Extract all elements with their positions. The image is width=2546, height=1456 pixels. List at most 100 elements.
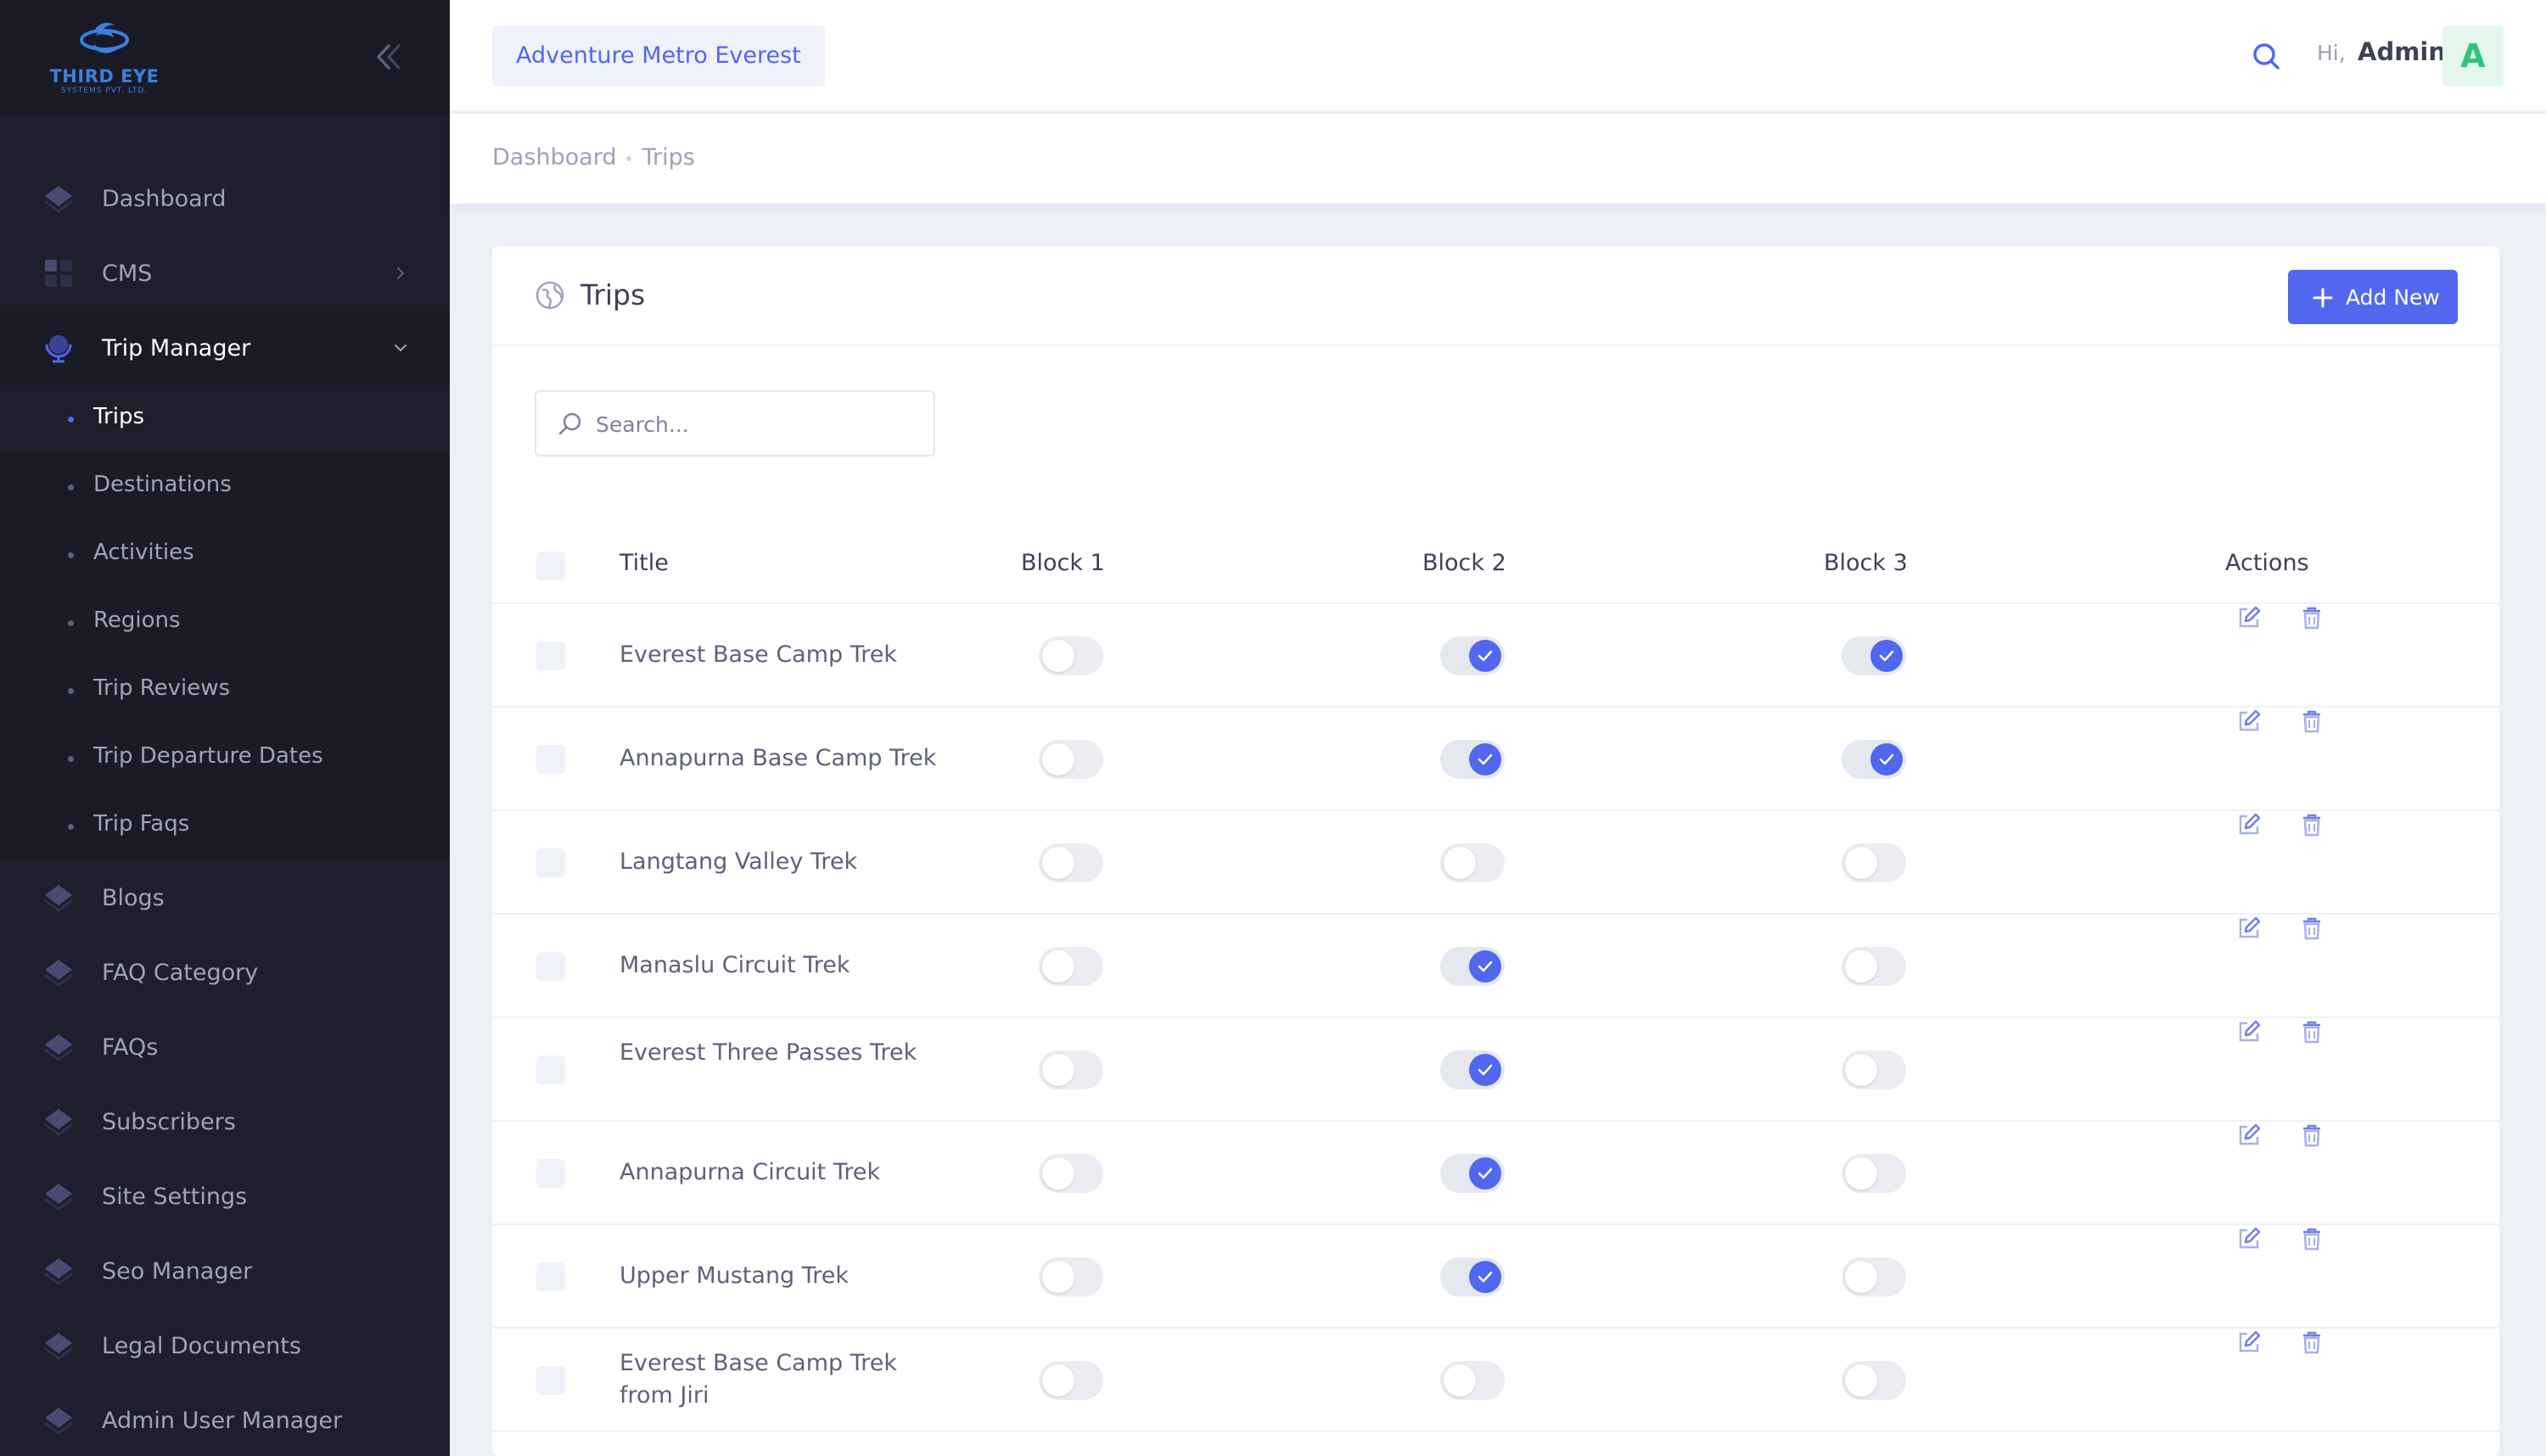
sidebar-item-cms[interactable]: CMS [0,236,450,311]
table-body: Everest Base Camp Trek Annapurna Base Ca… [492,604,2499,1432]
toggle-knob [1870,743,1903,776]
column-header-title[interactable]: Title [620,550,669,576]
delete-icon[interactable] [2298,1329,2325,1356]
sidebar: THIRD EYE SYSTEMS PVT. LTD. Dashboard CM… [0,0,450,1456]
block-3-toggle[interactable] [1842,740,1906,779]
user-avatar[interactable]: A [2442,25,2504,87]
delete-icon[interactable] [2298,811,2325,838]
row-checkbox[interactable] [536,1366,565,1395]
sidebar-item-faq-category[interactable]: FAQ Category [0,935,450,1010]
sidebar-item-faqs[interactable]: FAQs [0,1010,450,1084]
column-header-block-3[interactable]: Block 3 [1824,550,1908,576]
search-icon[interactable] [2251,41,2281,71]
edit-icon[interactable] [2235,708,2263,735]
block-3-toggle[interactable] [1842,1050,1906,1089]
block-2-toggle[interactable] [1440,843,1505,882]
add-new-button[interactable]: Add New [2288,270,2458,324]
block-1-toggle[interactable] [1039,636,1103,675]
breadcrumb-trips[interactable]: Trips [642,144,694,171]
breadcrumb-dashboard[interactable]: Dashboard [492,144,616,171]
row-checkbox[interactable] [536,745,565,774]
sidebar-item-blogs[interactable]: Blogs [0,860,450,935]
sidebar-item-seo-manager[interactable]: Seo Manager [0,1234,450,1308]
row-checkbox[interactable] [536,848,565,877]
toggle-knob [1469,1054,1501,1086]
block-3-toggle[interactable] [1842,1154,1906,1193]
block-2-toggle[interactable] [1440,1257,1505,1296]
sidebar-subitem-regions[interactable]: Regions [0,589,450,657]
company-logo[interactable]: THIRD EYE SYSTEMS PVT. LTD. [49,17,160,98]
column-header-block-2[interactable]: Block 2 [1422,550,1506,576]
sidebar-subitem-trip-departure-dates[interactable]: Trip Departure Dates [0,725,450,792]
block-3-toggle[interactable] [1842,843,1906,882]
block-2-toggle[interactable] [1440,1361,1505,1400]
row-checkbox[interactable] [536,952,565,981]
block-3-toggle[interactable] [1842,1361,1906,1400]
block-1-toggle[interactable] [1039,843,1103,882]
trip-manager-submenu: Trips Destinations Activities Regions Tr… [0,385,450,860]
delete-icon[interactable] [2298,708,2325,735]
organization-chip[interactable]: Adventure Metro Everest [492,25,825,87]
sidebar-subitem-activities[interactable]: Activities [0,521,450,589]
table-row: Manaslu Circuit Trek [492,915,2499,1018]
sidebar-item-dashboard[interactable]: Dashboard [0,161,450,236]
row-checkbox[interactable] [536,1056,565,1084]
sidebar-item-trip-manager[interactable]: Trip Manager [0,311,450,385]
block-1-toggle[interactable] [1039,1050,1103,1089]
block-3-toggle[interactable] [1842,1257,1906,1296]
block-1-toggle[interactable] [1039,740,1103,779]
delete-icon[interactable] [2298,604,2325,631]
block-3-toggle[interactable] [1842,947,1906,986]
block-1-toggle[interactable] [1039,947,1103,986]
block-1-toggle[interactable] [1039,1361,1103,1400]
collapse-sidebar-icon[interactable] [368,39,409,75]
block-1-toggle[interactable] [1039,1257,1103,1296]
add-new-label: Add New [2346,285,2440,310]
delete-icon[interactable] [2298,1122,2325,1149]
user-name[interactable]: Admin [2358,37,2446,66]
delete-icon[interactable] [2298,1225,2325,1252]
edit-icon[interactable] [2235,1018,2263,1045]
table-row: Annapurna Circuit Trek [492,1122,2499,1225]
edit-icon[interactable] [2235,915,2263,942]
edit-icon[interactable] [2235,1329,2263,1356]
select-all-checkbox[interactable] [536,552,565,580]
sidebar-subitem-trips[interactable]: Trips [0,385,450,453]
table-row: Everest Base Camp Trek from Jiri [492,1329,2499,1432]
edit-icon[interactable] [2235,811,2263,838]
column-header-block-1[interactable]: Block 1 [1021,550,1105,576]
edit-icon[interactable] [2235,604,2263,631]
trip-title: Everest Base Camp Trek from Jiri [620,1350,898,1408]
sidebar-subitem-destinations[interactable]: Destinations [0,453,450,521]
block-2-toggle[interactable] [1440,1050,1505,1089]
delete-icon[interactable] [2298,915,2325,942]
block-2-toggle[interactable] [1440,636,1505,675]
layers-icon [44,1258,73,1285]
sidebar-subitem-trip-faqs[interactable]: Trip Faqs [0,792,450,860]
column-header-actions: Actions [2225,550,2309,576]
toggle-knob [1469,1261,1501,1293]
search-input[interactable] [596,404,918,445]
block-1-toggle[interactable] [1039,1154,1103,1193]
layers-icon [44,960,73,987]
toggle-knob [1042,950,1074,983]
toggle-knob [1042,847,1074,879]
block-2-toggle[interactable] [1440,947,1505,986]
block-3-toggle[interactable] [1842,636,1906,675]
row-checkbox[interactable] [536,1263,565,1291]
sidebar-subitem-trip-reviews[interactable]: Trip Reviews [0,657,450,725]
edit-icon[interactable] [2235,1122,2263,1149]
block-2-toggle[interactable] [1440,740,1505,779]
layers-icon [44,1408,73,1435]
sidebar-item-subscribers[interactable]: Subscribers [0,1084,450,1159]
row-checkbox[interactable] [536,641,565,670]
sidebar-item-legal-documents[interactable]: Legal Documents [0,1308,450,1383]
sidebar-item-admin-user-manager[interactable]: Admin User Manager [0,1383,450,1456]
edit-icon[interactable] [2235,1225,2263,1252]
block-2-toggle[interactable] [1440,1154,1505,1193]
sidebar-item-site-settings[interactable]: Site Settings [0,1159,450,1234]
row-checkbox[interactable] [536,1159,565,1188]
layers-icon [44,186,73,213]
sidebar-subitem-label: Trips [93,404,145,429]
delete-icon[interactable] [2298,1018,2325,1045]
